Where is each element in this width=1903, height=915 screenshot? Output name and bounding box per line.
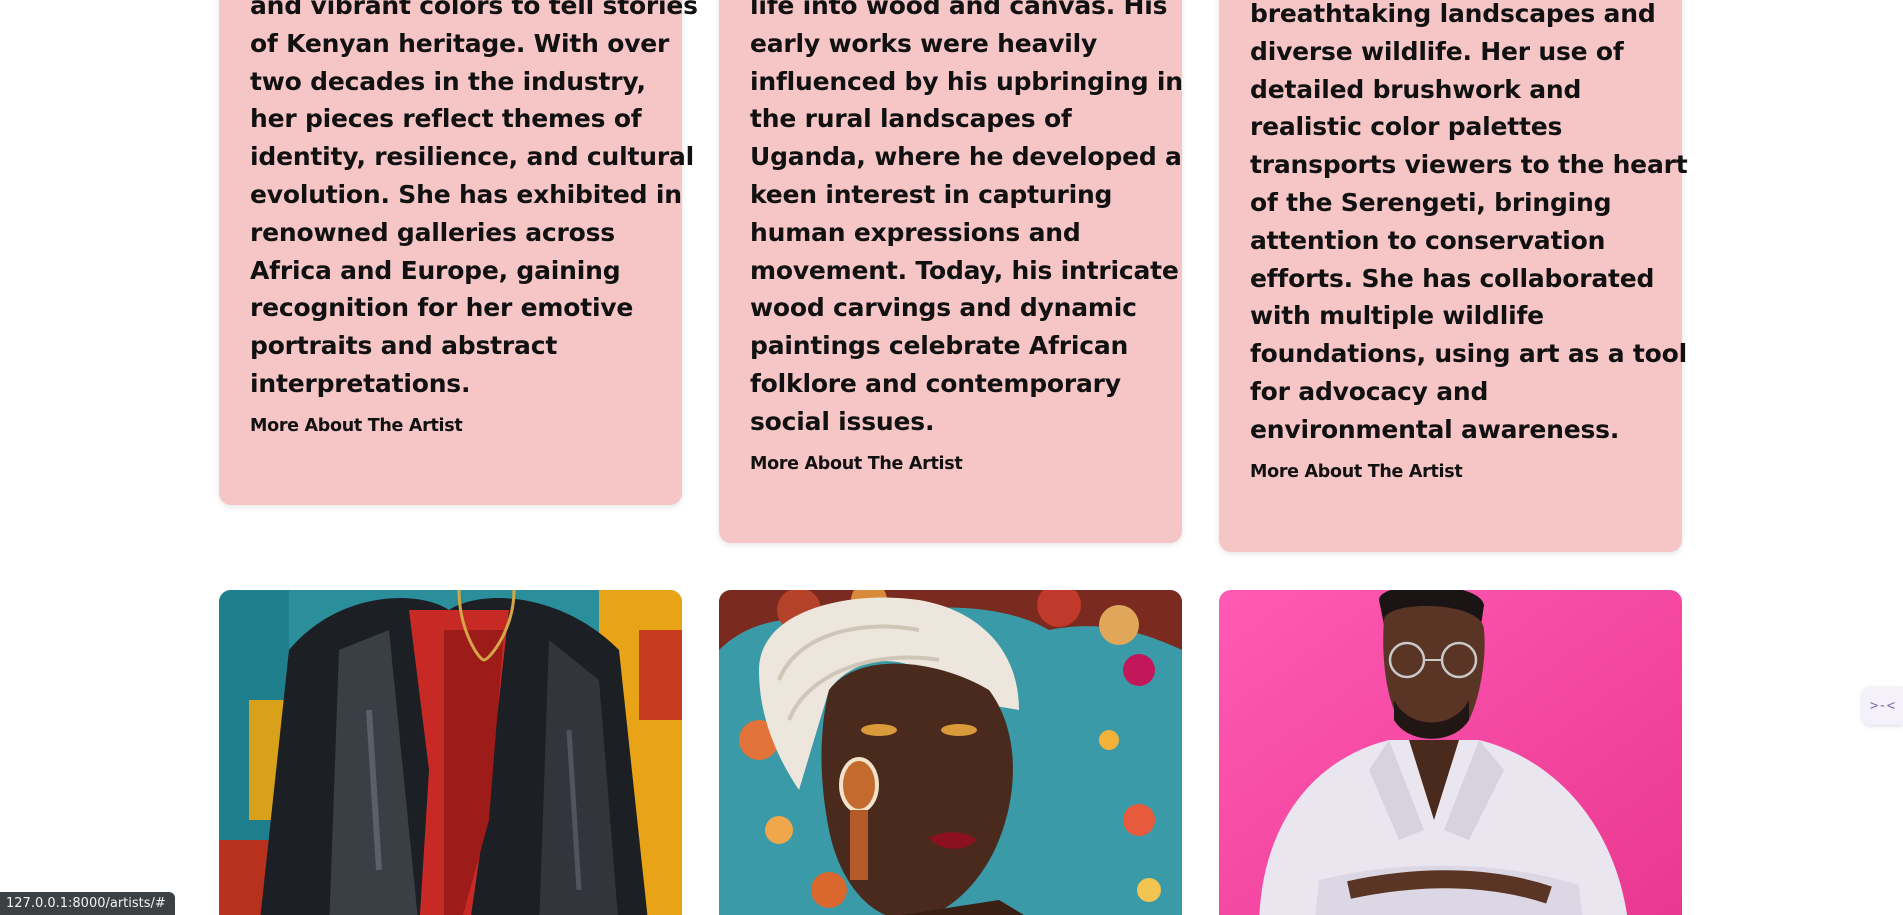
artist-photo-2[interactable] [719,590,1182,915]
bio-line: with multiple wildlife [1250,301,1544,331]
artists-page: and vibrant colors to tell stories of Ke… [0,0,1903,915]
bio-line: of the Serengeti, bringing [1250,187,1612,217]
bio-line: evolution. She has exhibited in [250,179,682,209]
bio-line: wood carvings and dynamic [750,293,1137,323]
artist-bio: breathtaking landscapes and diverse wild… [1250,0,1688,449]
headwrap-portrait-image [719,590,1182,915]
bio-line: folklore and contemporary [750,368,1121,398]
artist-photo-3[interactable] [1219,590,1682,915]
bio-line: social issues. [750,406,935,436]
pink-backdrop-portrait-image [1219,590,1682,915]
bio-line: two decades in the industry, [250,66,646,96]
bio-line: foundations, using art as a tool [1250,339,1687,369]
artist-card-2: life into wood and canvas. His early wor… [719,0,1183,543]
chevron-collapse-icon[interactable]: >-< [1862,687,1903,725]
more-about-artist-link[interactable]: More About The Artist [1250,462,1463,482]
artist-card-1: and vibrant colors to tell stories of Ke… [219,0,698,505]
bio-line: Africa and Europe, gaining [250,255,621,285]
bio-line: interpretations. [250,368,471,398]
more-about-artist-link[interactable]: More About The Artist [750,454,963,474]
bio-line: transports viewers to the heart [1250,150,1688,180]
bio-line: her pieces reflect themes of [250,104,642,134]
artist-bio: life into wood and canvas. His early wor… [750,0,1183,441]
bio-line: of Kenyan heritage. With over [250,28,670,58]
bio-line: realistic color palettes [1250,112,1563,142]
bio-line: renowned galleries across [250,217,615,247]
bio-line: movement. Today, his intricate [750,255,1179,285]
browser-status-url: 127.0.0.1:8000/artists/# [0,892,175,915]
bio-line: life into wood and canvas. His [750,0,1168,20]
bio-line: attention to conservation [1250,225,1606,255]
artist-card-3: breathtaking landscapes and diverse wild… [1219,0,1688,552]
bio-line: identity, resilience, and cultural [250,142,695,172]
painted-portrait-image [219,590,682,915]
artist-photo-1[interactable] [219,590,682,915]
bio-line: influenced by his upbringing in [750,66,1183,96]
bio-line: environmental awareness. [1250,414,1620,444]
bio-line: breathtaking landscapes and [1250,0,1656,28]
bio-line: Uganda, where he developed a [750,142,1182,172]
bio-line: paintings celebrate African [750,331,1129,361]
bio-line: detailed brushwork and [1250,74,1582,104]
artist-bio: and vibrant colors to tell stories of Ke… [250,0,698,403]
bio-line: and vibrant colors to tell stories [250,0,698,20]
bio-line: efforts. She has collaborated [1250,263,1655,293]
bio-line: human expressions and [750,217,1081,247]
more-about-artist-link[interactable]: More About The Artist [250,416,463,436]
bio-line: diverse wildlife. Her use of [1250,36,1624,66]
side-widget-glyph: >-< [1869,698,1896,714]
bio-line: portraits and abstract [250,331,558,361]
bio-line: for advocacy and [1250,376,1489,406]
bio-line: early works were heavily [750,28,1098,58]
bio-line: keen interest in capturing [750,179,1113,209]
bio-line: recognition for her emotive [250,293,634,323]
bio-line: the rural landscapes of [750,104,1072,134]
